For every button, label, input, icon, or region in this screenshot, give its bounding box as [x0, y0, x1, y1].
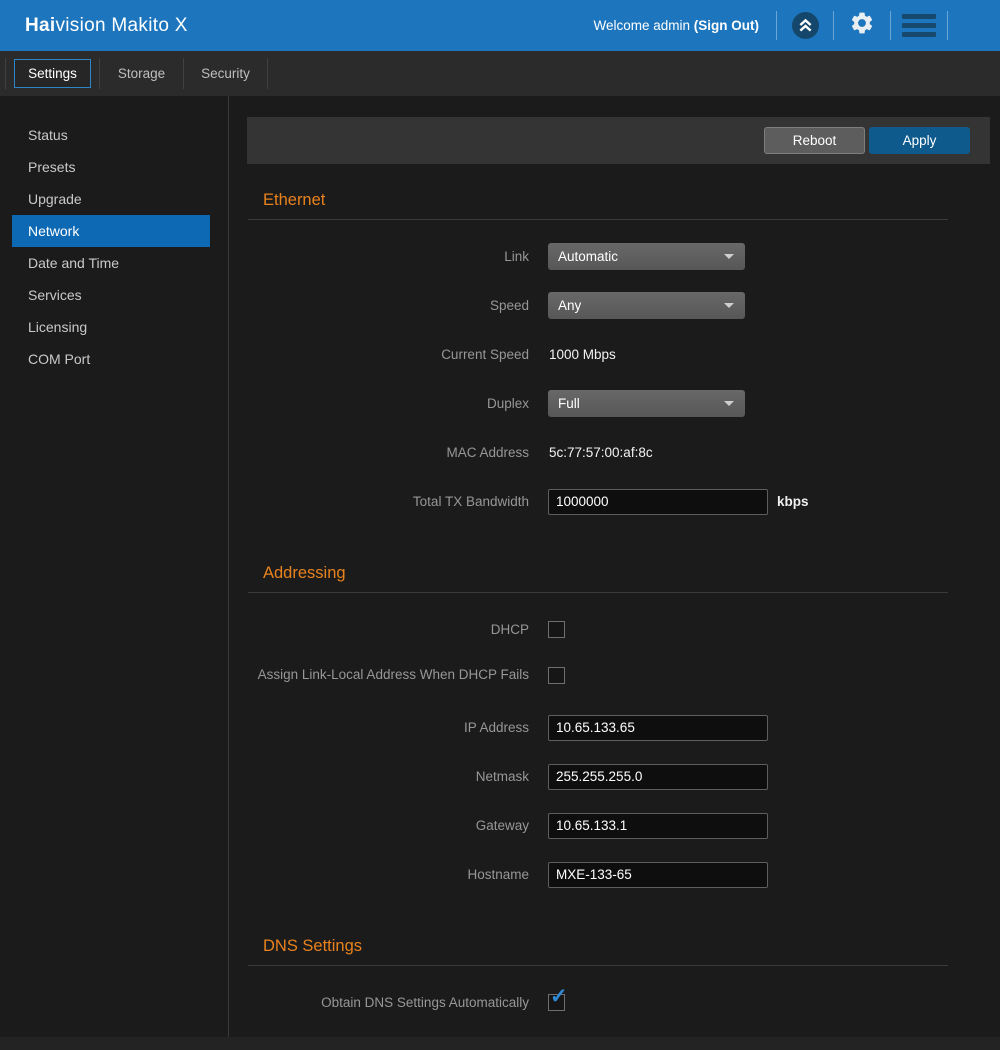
tab-bar: Settings Storage Security — [0, 51, 1000, 96]
main-content: Reboot Apply Ethernet Link Automatic Spe… — [229, 96, 1000, 1037]
form-row-hostname: Hostname — [248, 861, 948, 888]
duplex-select[interactable]: Full — [548, 390, 745, 417]
sidebar-item-presets[interactable]: Presets — [0, 151, 228, 183]
footer-bar — [0, 1037, 1000, 1050]
field-label: Link — [248, 247, 529, 267]
form-row-duplex: Duplex Full — [248, 390, 948, 417]
settings-button[interactable] — [834, 10, 890, 41]
status-button[interactable] — [777, 12, 833, 39]
kbps-suffix: kbps — [777, 494, 809, 509]
form-row-link: Link Automatic — [248, 243, 948, 270]
section-title-addressing: Addressing — [248, 537, 948, 593]
section-dns-settings: DNS Settings Obtain DNS Settings Automat… — [248, 910, 948, 1016]
tab-divider — [267, 58, 268, 89]
link-select[interactable]: Automatic — [548, 243, 745, 270]
field-label: Netmask — [248, 767, 529, 787]
checkmark-icon: ✓ — [550, 986, 568, 1007]
field-label: Hostname — [248, 865, 529, 885]
sidebar-item-licensing[interactable]: Licensing — [0, 311, 228, 343]
sidebar-item-network[interactable]: Network — [12, 215, 210, 247]
hostname-input[interactable] — [548, 862, 768, 888]
field-label: Speed — [248, 296, 529, 316]
sign-out-link[interactable]: (Sign Out) — [694, 18, 759, 33]
sidebar-item-services[interactable]: Services — [0, 279, 228, 311]
section-title-dns: DNS Settings — [248, 910, 948, 966]
field-label: DHCP — [248, 620, 529, 640]
field-label: Total TX Bandwidth — [248, 492, 529, 512]
speed-select[interactable]: Any — [548, 292, 745, 319]
sidebar-item-com-port[interactable]: COM Port — [0, 343, 228, 375]
chevron-down-icon — [724, 254, 734, 259]
mac-address-value: 5c:77:57:00:af:8c — [548, 445, 653, 460]
current-speed-value: 1000 Mbps — [548, 347, 616, 362]
section-ethernet: Ethernet Link Automatic Speed A — [248, 164, 948, 515]
tab-settings[interactable]: Settings — [14, 59, 91, 88]
form-row-link-local: Assign Link-Local Address When DHCP Fail… — [248, 665, 948, 692]
menu-icon — [902, 14, 936, 37]
field-label: Obtain DNS Settings Automatically — [248, 993, 529, 1013]
field-label: Gateway — [248, 816, 529, 836]
chevron-down-icon — [724, 401, 734, 406]
field-label: Duplex — [248, 394, 529, 414]
tab-security[interactable]: Security — [184, 66, 267, 81]
form-row-ip-address: IP Address — [248, 714, 948, 741]
section-addressing: Addressing DHCP Assign Link-Local Addres… — [248, 537, 948, 888]
brand-logo: Haivision Makito X — [25, 15, 188, 37]
netmask-input[interactable] — [548, 764, 768, 790]
tab-storage[interactable]: Storage — [100, 66, 183, 81]
sidebar-item-date-and-time[interactable]: Date and Time — [0, 247, 228, 279]
status-chevrons-icon — [792, 12, 819, 39]
form-row-mac-address: MAC Address 5c:77:57:00:af:8c — [248, 439, 948, 466]
chevron-down-icon — [724, 303, 734, 308]
form-row-gateway: Gateway — [248, 812, 948, 839]
dhcp-checkbox[interactable] — [548, 621, 565, 638]
gear-icon — [849, 10, 875, 41]
field-label: Assign Link-Local Address When DHCP Fail… — [248, 665, 529, 685]
reboot-button[interactable]: Reboot — [764, 127, 865, 154]
sidebar-item-status[interactable]: Status — [0, 119, 228, 151]
header-bar: Haivision Makito X Welcome admin (Sign O… — [0, 0, 1000, 51]
menu-button[interactable] — [891, 14, 947, 37]
field-label: IP Address — [248, 718, 529, 738]
action-toolbar: Reboot Apply — [247, 117, 990, 164]
link-local-checkbox[interactable] — [548, 667, 565, 684]
header-divider — [947, 11, 948, 40]
form-row-dns-auto: Obtain DNS Settings Automatically ✓ — [248, 989, 948, 1016]
form-row-tx-bandwidth: Total TX Bandwidth kbps — [248, 488, 948, 515]
field-label: MAC Address — [248, 443, 529, 463]
form-row-speed: Speed Any — [248, 292, 948, 319]
sidebar-item-upgrade[interactable]: Upgrade — [0, 183, 228, 215]
sidebar: Status Presets Upgrade Network Date and … — [0, 96, 229, 1037]
welcome-text: Welcome admin (Sign Out) — [593, 18, 759, 33]
ip-address-input[interactable] — [548, 715, 768, 741]
form-row-current-speed: Current Speed 1000 Mbps — [248, 341, 948, 368]
brand-bold: Hai — [25, 15, 55, 36]
brand-rest: vision Makito X — [55, 15, 187, 36]
apply-button[interactable]: Apply — [869, 127, 970, 154]
dns-auto-checkbox[interactable]: ✓ — [548, 994, 565, 1011]
section-title-ethernet: Ethernet — [248, 164, 948, 220]
tab-divider — [5, 58, 6, 89]
form-row-dhcp: DHCP — [248, 616, 948, 643]
form-row-netmask: Netmask — [248, 763, 948, 790]
tx-bandwidth-input[interactable] — [548, 489, 768, 515]
field-label: Current Speed — [248, 345, 529, 365]
gateway-input[interactable] — [548, 813, 768, 839]
